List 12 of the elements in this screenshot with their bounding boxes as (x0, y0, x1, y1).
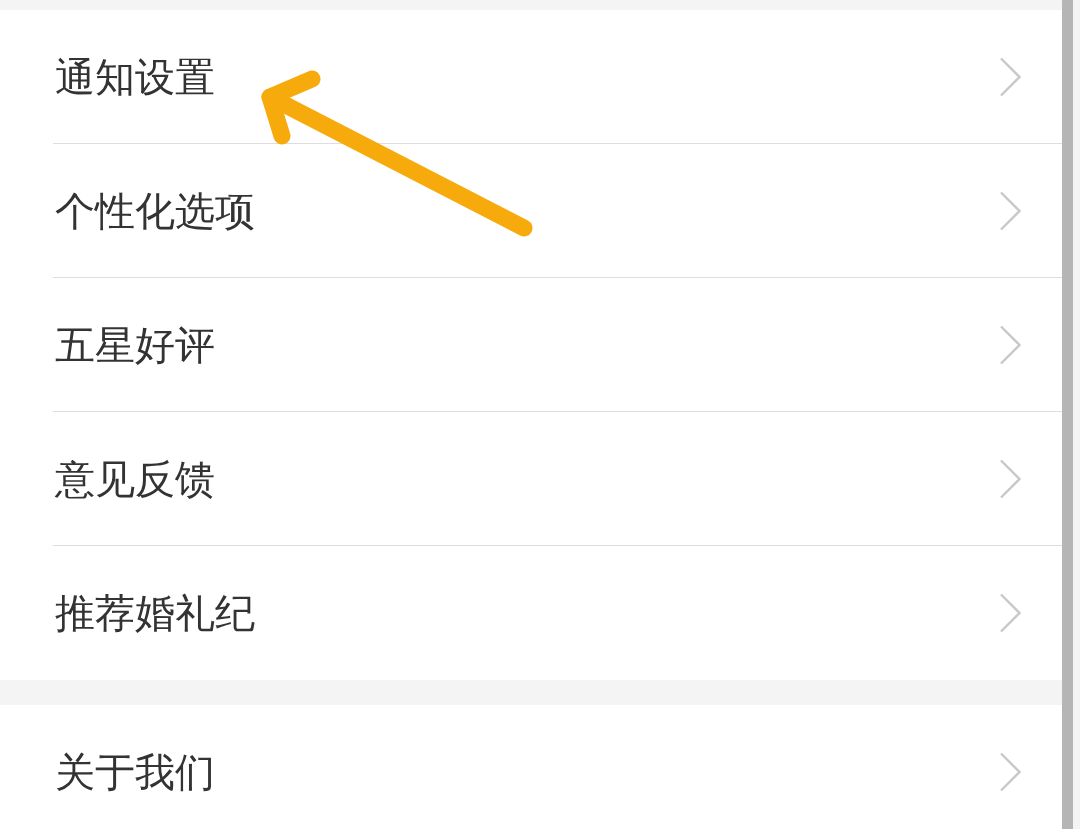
settings-item[interactable]: 个性化选项 (0, 144, 1062, 278)
settings-item[interactable]: 通知设置 (0, 10, 1062, 144)
chevron-right-icon (999, 593, 1021, 633)
chevron-right-icon (999, 57, 1021, 97)
settings-item[interactable]: 五星好评 (0, 278, 1062, 412)
settings-item[interactable]: 意见反馈 (0, 412, 1062, 546)
chevron-right-icon (999, 191, 1021, 231)
settings-item[interactable]: 关于我们 (0, 705, 1062, 829)
chevron-right-icon (999, 459, 1021, 499)
chevron-right-icon (999, 752, 1021, 792)
settings-item[interactable]: 推荐婚礼纪 (0, 546, 1062, 680)
chevron-right-icon (999, 325, 1021, 365)
